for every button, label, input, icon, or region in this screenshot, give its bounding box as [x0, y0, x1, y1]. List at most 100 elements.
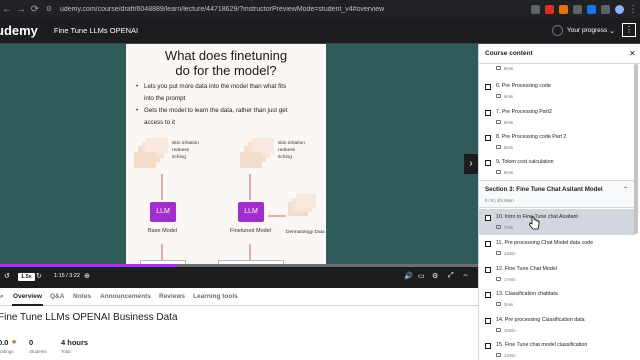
lesson-title: 13. Classification chatdata: [496, 291, 558, 297]
udemy-logo[interactable]: udemy: [0, 23, 38, 38]
lesson-duration: 7min: [504, 224, 514, 230]
video-icon: [496, 353, 501, 357]
extension-icon[interactable]: [530, 4, 540, 14]
extension-icon[interactable]: [586, 4, 596, 14]
video-icon: [496, 170, 501, 174]
course-content-sidebar: Course content ✕ 6min 6. Pre Processing …: [478, 44, 640, 360]
browser-menu-icon[interactable]: ⋮: [626, 4, 640, 15]
video-icon: [496, 145, 501, 149]
captions-icon[interactable]: ▭: [418, 272, 425, 280]
lesson-duration: 17min: [504, 276, 516, 282]
progress-track[interactable]: [0, 264, 478, 267]
tab-reviews[interactable]: Reviews: [159, 293, 185, 300]
lesson-item[interactable]: 13. Classification chatdata 3min: [479, 286, 635, 312]
site-info-icon[interactable]: ⚙: [42, 5, 56, 13]
tab-overview[interactable]: Overview: [13, 293, 42, 300]
lesson-duration: 10min: [504, 327, 516, 333]
base-model-caption: Base Model: [148, 228, 178, 234]
section-title: Section 3: Fine Tune Chat Asitant Model: [485, 186, 603, 193]
hours-label: Total: [61, 349, 71, 354]
finetuned-llm-box: LLM: [238, 202, 264, 222]
doc-label: skin irritation: [278, 141, 305, 146]
reload-icon[interactable]: ⟳: [28, 4, 42, 15]
lesson-checkbox[interactable]: [485, 292, 491, 298]
course-title[interactable]: Fine Tune LLMs OPENAI: [54, 26, 138, 35]
close-icon[interactable]: ✕: [629, 49, 636, 58]
forward-icon[interactable]: →: [14, 4, 28, 15]
rating-label: ratings: [0, 349, 14, 354]
doc-label: itching: [172, 155, 186, 160]
lesson-duration: 12min: [504, 352, 516, 358]
bookmark-icon[interactable]: ⊕: [84, 272, 90, 280]
lesson-item-active[interactable]: 10. Intro to Fine Tune chat Assitant 7mi…: [479, 209, 635, 235]
fullscreen-icon[interactable]: ⤢: [448, 272, 454, 280]
bullet-dot: •: [136, 83, 139, 90]
lesson-item[interactable]: 8. Pre Processing code Part 2 5min: [479, 129, 635, 155]
forward-icon[interactable]: ↻: [36, 272, 42, 280]
extension-icon[interactable]: [600, 4, 610, 14]
sidebar-scrollbar[interactable]: [634, 64, 638, 234]
lesson-item[interactable]: 6. Pre Processing code 6min: [479, 78, 635, 104]
volume-icon[interactable]: 🔊: [404, 272, 413, 280]
lesson-checkbox[interactable]: [485, 135, 491, 141]
course-header: udemy Fine Tune LLMs OPENAI Your progres…: [0, 18, 640, 44]
video-icon: [496, 120, 501, 124]
extension-icon[interactable]: [572, 4, 582, 14]
lesson-title: 12. Fine Tune Chat Model: [496, 266, 557, 272]
derm-data-caption: Dermatology Data: [286, 230, 325, 235]
tab-qa[interactable]: Q&A: [50, 293, 64, 300]
hours-value: 4 hours: [61, 338, 89, 347]
lesson-checkbox[interactable]: [485, 215, 491, 221]
lesson-checkbox[interactable]: [485, 318, 491, 324]
more-options-button[interactable]: ⋮: [622, 23, 636, 37]
time-display: 1:15 / 3:22: [54, 273, 80, 279]
lesson-item[interactable]: 7. Pre Processing Part2 6min: [479, 104, 635, 130]
address-bar[interactable]: udemy.com/course/draft/6048889/learn/lec…: [60, 6, 528, 13]
lesson-item[interactable]: 9. Token cost calculation 6min: [479, 154, 635, 180]
extension-icon[interactable]: [544, 4, 554, 14]
lesson-duration: 6min: [504, 65, 514, 71]
course-tabs: ⌕ Overview Q&A Notes Announcements Revie…: [0, 288, 478, 306]
video-icon: [496, 66, 501, 70]
slide-bullet-2b: access to it: [144, 119, 175, 126]
playback-speed-button[interactable]: 1.5x: [18, 273, 35, 281]
video-icon: [496, 302, 501, 306]
lesson-checkbox[interactable]: [485, 241, 491, 247]
tab-learning-tools[interactable]: Learning tools: [193, 293, 238, 300]
settings-icon[interactable]: ⚙: [432, 272, 438, 280]
progress-button[interactable]: Your progress ⌄: [552, 25, 615, 36]
lesson-checkbox[interactable]: [485, 160, 491, 166]
lesson-item[interactable]: 12. Fine Tune Chat Model 17min: [479, 261, 635, 287]
lesson-title: 11. Pre processing Chat Model data code: [496, 240, 594, 246]
sidebar-title: Course content: [485, 50, 533, 57]
doc-label: redness: [278, 148, 296, 153]
tab-announcements[interactable]: Announcements: [100, 293, 151, 300]
tab-notes[interactable]: Notes: [73, 293, 91, 300]
document-stack-icon: [134, 138, 168, 168]
lesson-item[interactable]: 11. Pre processing Chat Model data code …: [479, 235, 635, 261]
progress-ring-icon: [552, 25, 563, 36]
base-llm-box: LLM: [150, 202, 176, 222]
lesson-checkbox[interactable]: [485, 84, 491, 90]
rewind-icon[interactable]: ↺: [4, 272, 10, 280]
tab-search-icon[interactable]: ⌕: [0, 293, 4, 301]
progress-fill: [0, 264, 177, 267]
hand-cursor-icon: [529, 216, 540, 230]
lesson-item[interactable]: 14. Pre processing Classification data 1…: [479, 312, 635, 338]
lesson-title: 14. Pre processing Classification data: [496, 317, 585, 323]
lesson-item[interactable]: 15. Fine Tune chat model classification …: [479, 337, 635, 360]
section-header[interactable]: Section 3: Fine Tune Chat Asitant Model …: [479, 180, 635, 208]
lesson-checkbox[interactable]: [485, 110, 491, 116]
video-player[interactable]: What does finetuning do for the model? •…: [0, 44, 478, 288]
back-icon[interactable]: ←: [0, 4, 14, 15]
extension-icon[interactable]: [558, 4, 568, 14]
lesson-title: 6. Pre Processing code: [496, 83, 551, 89]
doc-label: redness: [172, 148, 190, 153]
lesson-checkbox[interactable]: [485, 343, 491, 349]
next-lecture-button[interactable]: ›: [464, 154, 478, 174]
expand-icon[interactable]: ⇔: [462, 272, 469, 279]
profile-avatar[interactable]: [614, 4, 624, 14]
lesson-duration: 6min: [504, 119, 514, 125]
lesson-checkbox[interactable]: [485, 267, 491, 273]
lecture-slide: What does finetuning do for the model? •…: [126, 44, 326, 268]
